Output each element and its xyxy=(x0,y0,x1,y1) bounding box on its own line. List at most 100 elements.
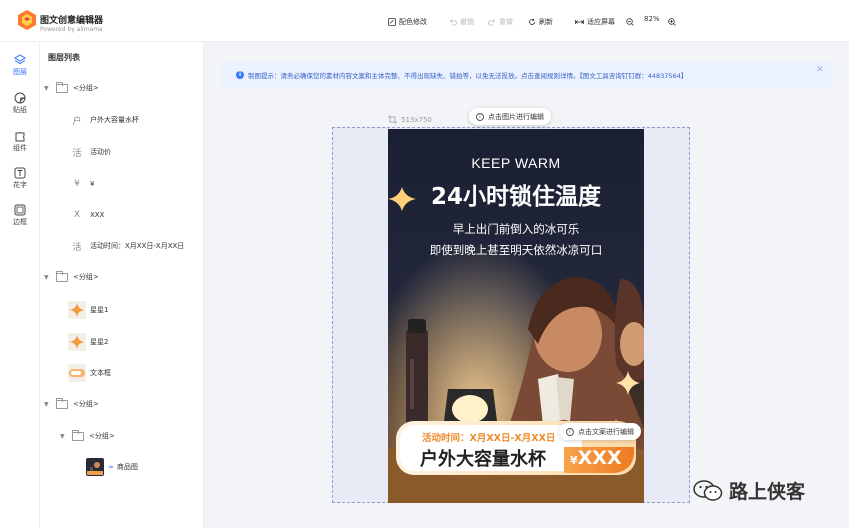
folder-icon xyxy=(72,429,84,441)
layer-item[interactable]: 星星1 xyxy=(68,298,108,322)
layers-title: 图层列表 xyxy=(48,53,80,62)
refresh-label: 刷新 xyxy=(539,18,553,26)
notice-text[interactable]: 制图提示：请务必确保您的素材内容文案和主体完整、不得出现缺失、错拍等，以免无法投… xyxy=(248,70,687,80)
edit-text-hint[interactable]: i 点击文案进行编辑 xyxy=(559,423,641,440)
redo-button[interactable]: 重做 xyxy=(488,15,513,29)
info-icon: i xyxy=(566,427,574,436)
folder-icon xyxy=(56,270,68,282)
wechat-icon xyxy=(693,479,723,501)
undo-label: 撤销 xyxy=(460,18,474,26)
rail-label-components: 组件 xyxy=(13,144,27,152)
poster-headline[interactable]: 24小时锁住温度 xyxy=(388,177,644,211)
poster-price[interactable]: ¥XXX xyxy=(570,447,622,469)
layer-label: 活动时间：X月XX日-X月XX日 xyxy=(90,242,185,250)
folder-icon xyxy=(56,81,68,93)
text-layer-icon: X xyxy=(73,210,81,220)
text-layer-icon: 活 xyxy=(72,242,82,253)
group-label: <分组> xyxy=(89,432,115,440)
layer-label: 户外大容量水杯 xyxy=(90,116,139,124)
refresh-icon xyxy=(529,18,535,25)
layer-item[interactable]: 户 户外大容量水杯 xyxy=(70,108,139,132)
zoom-in-icon[interactable] xyxy=(668,18,676,26)
group-label: <分组> xyxy=(73,400,99,408)
layer-label: 活动价 xyxy=(90,148,111,156)
layer-label: 星星1 xyxy=(90,306,109,314)
zoom-out-icon[interactable] xyxy=(626,18,634,26)
layers-icon xyxy=(14,54,26,65)
edit-image-hint[interactable]: i 点击图片进行编辑 xyxy=(469,108,551,125)
product-thumbnail xyxy=(86,458,104,476)
info-icon: i xyxy=(476,112,484,121)
tool-rail: 图层 贴纸 组件 花字 边框 xyxy=(0,42,40,528)
caret-down-icon[interactable]: ▼ xyxy=(44,274,52,281)
layer-subgroup[interactable]: ▼ <分组> xyxy=(60,424,115,448)
rail-item-components[interactable]: 组件 xyxy=(0,130,40,160)
rail-item-stickers[interactable]: 贴纸 xyxy=(0,92,40,122)
app-title: 图文创意编辑器 xyxy=(40,16,104,26)
layer-item[interactable]: ¥ ¥ xyxy=(70,172,94,196)
rail-item-layers[interactable]: 图层 xyxy=(0,54,40,84)
watermark: 路上侠客 xyxy=(693,477,805,504)
close-icon[interactable]: ✕ xyxy=(816,65,824,75)
star-thumbnail xyxy=(68,333,86,351)
text-layer-icon: 户 xyxy=(72,116,82,127)
layer-item[interactable]: 活 活动时间：X月XX日-X月XX日 xyxy=(70,234,184,258)
poster-price-value: XXX xyxy=(577,447,622,469)
poster-eyebrow[interactable]: KEEP WARM xyxy=(388,155,644,171)
poster-event-time[interactable]: 活动时间：X月XX日-X月XX日 xyxy=(422,430,555,444)
rail-item-text-effects[interactable]: 花字 xyxy=(0,167,40,197)
top-bar: 图文创意编辑器 Powered by alimama 配色修改 撤销 重做 刷新… xyxy=(0,0,849,42)
layer-label: 星星2 xyxy=(90,338,109,346)
app-logo xyxy=(18,10,36,30)
poster-line1[interactable]: 早上出门前倒入的冰可乐 xyxy=(388,221,644,237)
crop-icon xyxy=(388,115,397,124)
text-layer-icon: 活 xyxy=(72,148,82,159)
layer-item[interactable]: 活 活动价 xyxy=(70,140,111,164)
layer-item[interactable]: 文本框 xyxy=(68,361,111,385)
notice-banner: i 制图提示：请务必确保您的素材内容文案和主体完整、不得出现缺失、错拍等，以免无… xyxy=(222,62,833,88)
zoom-level: 82% xyxy=(644,15,660,23)
fit-screen-label: 适应屏幕 xyxy=(587,18,615,26)
group-label: <分组> xyxy=(73,273,99,281)
group-label: <分组> xyxy=(73,84,99,92)
fit-icon xyxy=(575,20,584,24)
text-effect-icon xyxy=(14,167,26,179)
link-icon: ∞ xyxy=(108,463,114,471)
poster-currency: ¥ xyxy=(570,454,578,467)
layer-label: XXX xyxy=(90,211,105,219)
layer-label: ¥ xyxy=(90,180,95,188)
color-edit-button[interactable]: 配色修改 xyxy=(388,15,427,29)
layer-label: 商品图 xyxy=(116,463,138,471)
textbox-thumbnail xyxy=(68,364,86,382)
color-edit-label: 配色修改 xyxy=(399,18,427,26)
caret-down-icon[interactable]: ▼ xyxy=(60,433,68,440)
rail-label-stickers: 贴纸 xyxy=(13,106,27,114)
star-thumbnail xyxy=(68,301,86,319)
puzzle-icon xyxy=(15,131,25,142)
canvas-size: 513x750 xyxy=(388,115,432,124)
layer-item[interactable]: X XXX xyxy=(70,203,104,227)
rail-item-frames[interactable]: 边框 xyxy=(0,204,40,234)
frame-icon xyxy=(14,204,26,216)
edit-image-hint-label: 点击图片进行编辑 xyxy=(488,112,544,121)
watermark-text: 路上侠客 xyxy=(729,481,806,503)
rail-label-text-effects: 花字 xyxy=(13,181,27,189)
fit-screen-button[interactable]: 适应屏幕 xyxy=(575,15,615,29)
poster[interactable]: KEEP WARM 24小时锁住温度 早上出门前倒入的冰可乐 即使到晚上甚至明天… xyxy=(388,129,644,503)
palette-icon xyxy=(388,18,396,26)
layer-item[interactable]: ∞ 商品图 xyxy=(86,455,138,479)
layer-item[interactable]: 星星2 xyxy=(68,330,108,354)
refresh-button[interactable]: 刷新 xyxy=(528,15,553,29)
caret-down-icon[interactable]: ▼ xyxy=(44,85,52,92)
layer-group-2[interactable]: ▼ <分组> xyxy=(44,265,99,289)
rail-label-layers: 图层 xyxy=(13,68,27,76)
layer-label: 文本框 xyxy=(90,369,111,377)
layer-group-3[interactable]: ▼ <分组> xyxy=(44,392,99,416)
layer-group-1[interactable]: ▼ <分组> xyxy=(44,76,99,100)
redo-icon xyxy=(488,19,496,26)
undo-button[interactable]: 撤销 xyxy=(449,15,474,29)
caret-down-icon[interactable]: ▼ xyxy=(44,401,52,408)
poster-product-name[interactable]: 户外大容量水杯 xyxy=(420,445,546,471)
info-icon: i xyxy=(236,71,244,79)
poster-line2[interactable]: 即使到晚上甚至明天依然冰凉可口 xyxy=(388,242,644,258)
